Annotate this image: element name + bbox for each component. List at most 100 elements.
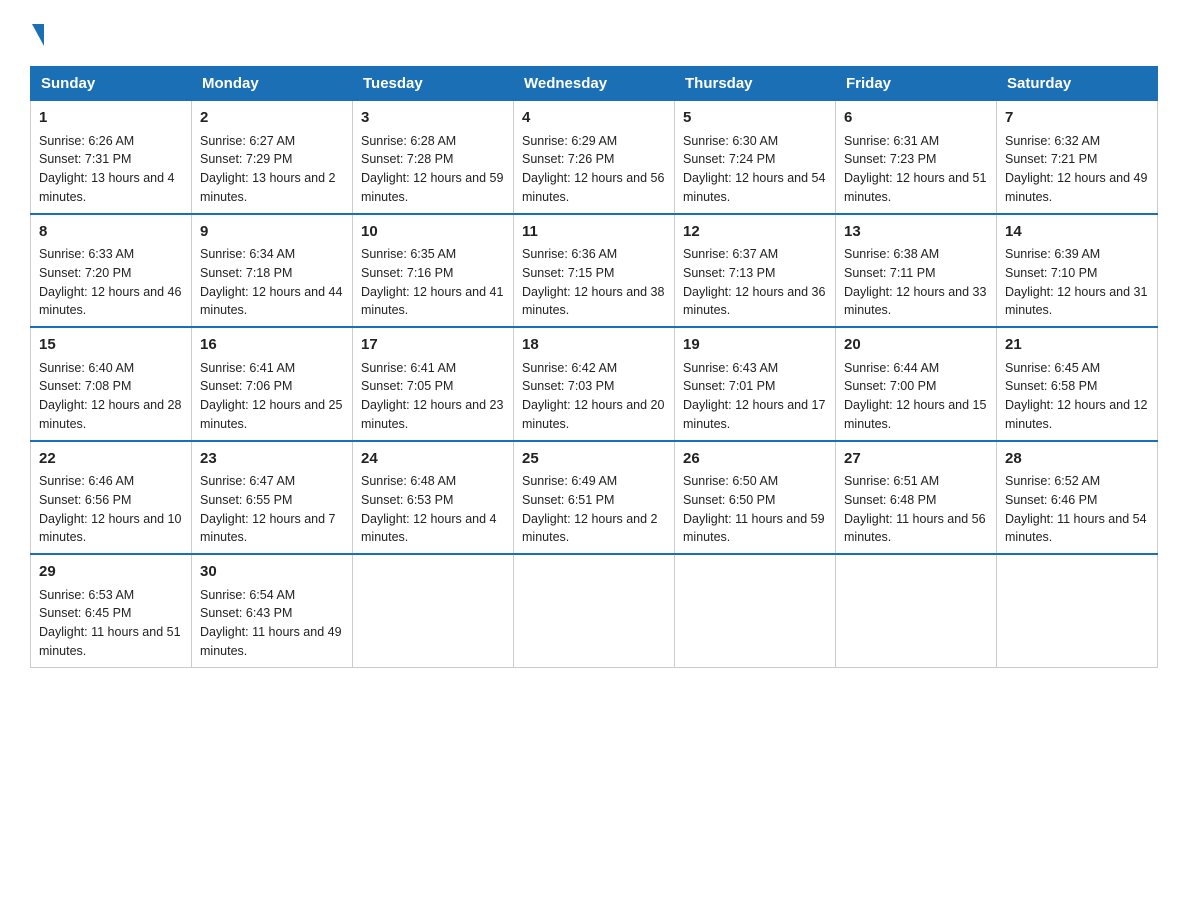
day-number: 19	[683, 334, 827, 357]
sunrise-label: Sunrise: 6:50 AM	[683, 474, 778, 488]
sunset-label: Sunset: 7:21 PM	[1005, 152, 1097, 166]
sunset-label: Sunset: 7:13 PM	[683, 266, 775, 280]
sunset-label: Sunset: 6:51 PM	[522, 493, 614, 507]
day-number: 2	[200, 107, 344, 130]
sunrise-label: Sunrise: 6:33 AM	[39, 247, 134, 261]
calendar-cell: 1Sunrise: 6:26 AMSunset: 7:31 PMDaylight…	[31, 101, 192, 214]
sunrise-label: Sunrise: 6:27 AM	[200, 134, 295, 148]
day-number: 17	[361, 334, 505, 357]
sunrise-label: Sunrise: 6:32 AM	[1005, 134, 1100, 148]
calendar-cell: 28Sunrise: 6:52 AMSunset: 6:46 PMDayligh…	[997, 441, 1158, 555]
week-row-5: 29Sunrise: 6:53 AMSunset: 6:45 PMDayligh…	[31, 554, 1158, 667]
calendar-cell: 30Sunrise: 6:54 AMSunset: 6:43 PMDayligh…	[192, 554, 353, 667]
daylight-label: Daylight: 12 hours and 23 minutes.	[361, 398, 503, 431]
calendar-cell: 21Sunrise: 6:45 AMSunset: 6:58 PMDayligh…	[997, 327, 1158, 441]
sunrise-label: Sunrise: 6:53 AM	[39, 588, 134, 602]
sunrise-label: Sunrise: 6:31 AM	[844, 134, 939, 148]
sunrise-label: Sunrise: 6:30 AM	[683, 134, 778, 148]
week-row-2: 8 Sunrise: 6:33 AM Sunset: 7:20 PM Daylight…	[31, 214, 1158, 328]
daylight-label: Daylight: 11 hours and 51 minutes.	[39, 625, 181, 658]
sunset-label: Sunset: 6:50 PM	[683, 493, 775, 507]
weekday-header-friday: Friday	[836, 67, 997, 101]
daylight-label: Daylight: 12 hours and 7 minutes.	[200, 512, 336, 545]
calendar-cell: 27Sunrise: 6:51 AMSunset: 6:48 PMDayligh…	[836, 441, 997, 555]
daylight-label: Daylight: 12 hours and 2 minutes.	[522, 512, 658, 545]
daylight-label: Daylight: 12 hours and 36 minutes.	[683, 285, 825, 318]
day-number: 8	[39, 221, 183, 244]
sunset-label: Sunset: 6:55 PM	[200, 493, 292, 507]
day-number: 18	[522, 334, 666, 357]
sunset-label: Sunset: 7:23 PM	[844, 152, 936, 166]
weekday-header-tuesday: Tuesday	[353, 67, 514, 101]
daylight-label: Daylight: 13 hours and 2 minutes.	[200, 171, 336, 204]
calendar-cell: 14Sunrise: 6:39 AMSunset: 7:10 PMDayligh…	[997, 214, 1158, 328]
daylight-label: Daylight: 12 hours and 46 minutes.	[39, 285, 181, 318]
sunset-label: Sunset: 7:05 PM	[361, 379, 453, 393]
calendar-cell: 24Sunrise: 6:48 AMSunset: 6:53 PMDayligh…	[353, 441, 514, 555]
daylight-label: Daylight: 12 hours and 51 minutes.	[844, 171, 986, 204]
weekday-header-thursday: Thursday	[675, 67, 836, 101]
week-row-1: 1Sunrise: 6:26 AMSunset: 7:31 PMDaylight…	[31, 101, 1158, 214]
calendar-cell: 19Sunrise: 6:43 AMSunset: 7:01 PMDayligh…	[675, 327, 836, 441]
daylight-label: Daylight: 11 hours and 54 minutes.	[1005, 512, 1147, 545]
day-number: 12	[683, 221, 827, 244]
daylight-label: Daylight: 12 hours and 31 minutes.	[1005, 285, 1147, 318]
day-number: 11	[522, 221, 666, 244]
sunrise-label: Sunrise: 6:35 AM	[361, 247, 456, 261]
day-number: 28	[1005, 448, 1149, 471]
calendar-cell: 29Sunrise: 6:53 AMSunset: 6:45 PMDayligh…	[31, 554, 192, 667]
sunrise-label: Sunrise: 6:52 AM	[1005, 474, 1100, 488]
day-number: 24	[361, 448, 505, 471]
calendar-cell: 25Sunrise: 6:49 AMSunset: 6:51 PMDayligh…	[514, 441, 675, 555]
sunrise-label: Sunrise: 6:41 AM	[361, 361, 456, 375]
sunset-label: Sunset: 7:08 PM	[39, 379, 131, 393]
daylight-label: Daylight: 12 hours and 28 minutes.	[39, 398, 181, 431]
daylight-label: Daylight: 11 hours and 59 minutes.	[683, 512, 825, 545]
sunset-label: Sunset: 6:43 PM	[200, 606, 292, 620]
daylight-label: Daylight: 12 hours and 56 minutes.	[522, 171, 664, 204]
daylight-label: Daylight: 12 hours and 44 minutes.	[200, 285, 342, 318]
calendar-cell	[836, 554, 997, 667]
daylight-label: Daylight: 13 hours and 4 minutes.	[39, 171, 175, 204]
daylight-label: Daylight: 11 hours and 49 minutes.	[200, 625, 342, 658]
sunrise-label: Sunrise: 6:37 AM	[683, 247, 778, 261]
sunrise-label: Sunrise: 6:48 AM	[361, 474, 456, 488]
sunrise-label: Sunrise: 6:49 AM	[522, 474, 617, 488]
sunset-label: Sunset: 7:28 PM	[361, 152, 453, 166]
calendar-cell: 4Sunrise: 6:29 AMSunset: 7:26 PMDaylight…	[514, 101, 675, 214]
day-number: 22	[39, 448, 183, 471]
day-number: 27	[844, 448, 988, 471]
daylight-label: Daylight: 12 hours and 17 minutes.	[683, 398, 825, 431]
daylight-label: Daylight: 12 hours and 33 minutes.	[844, 285, 986, 318]
day-number: 20	[844, 334, 988, 357]
calendar-cell: 7Sunrise: 6:32 AMSunset: 7:21 PMDaylight…	[997, 101, 1158, 214]
sunset-label: Sunset: 6:56 PM	[39, 493, 131, 507]
daylight-label: Daylight: 12 hours and 15 minutes.	[844, 398, 986, 431]
calendar-cell: 16Sunrise: 6:41 AMSunset: 7:06 PMDayligh…	[192, 327, 353, 441]
sunset-label: Sunset: 7:20 PM	[39, 266, 131, 280]
sunrise-label: Sunrise: 6:41 AM	[200, 361, 295, 375]
calendar-cell: 20Sunrise: 6:44 AMSunset: 7:00 PMDayligh…	[836, 327, 997, 441]
daylight-label: Daylight: 12 hours and 4 minutes.	[361, 512, 497, 545]
calendar-cell: 26 Sunrise: 6:50 AM Sunset: 6:50 PM Dayligh…	[675, 441, 836, 555]
day-number: 5	[683, 107, 827, 130]
day-number: 14	[1005, 221, 1149, 244]
sunrise-label: Sunrise: 6:28 AM	[361, 134, 456, 148]
calendar-cell	[675, 554, 836, 667]
weekday-header-monday: Monday	[192, 67, 353, 101]
daylight-label: Daylight: 12 hours and 38 minutes.	[522, 285, 664, 318]
sunset-label: Sunset: 7:06 PM	[200, 379, 292, 393]
sunrise-label: Sunrise: 6:46 AM	[39, 474, 134, 488]
day-number: 9	[200, 221, 344, 244]
sunset-label: Sunset: 6:58 PM	[1005, 379, 1097, 393]
calendar-cell: 9Sunrise: 6:34 AMSunset: 7:18 PMDaylight…	[192, 214, 353, 328]
calendar-cell: 13Sunrise: 6:38 AMSunset: 7:11 PMDayligh…	[836, 214, 997, 328]
sunrise-label: Sunrise: 6:26 AM	[39, 134, 134, 148]
sunset-label: Sunset: 7:03 PM	[522, 379, 614, 393]
day-number: 26	[683, 448, 827, 471]
sunrise-label: Sunrise: 6:54 AM	[200, 588, 295, 602]
weekday-header-sunday: Sunday	[31, 67, 192, 101]
day-number: 7	[1005, 107, 1149, 130]
sunrise-label: Sunrise: 6:43 AM	[683, 361, 778, 375]
day-number: 10	[361, 221, 505, 244]
